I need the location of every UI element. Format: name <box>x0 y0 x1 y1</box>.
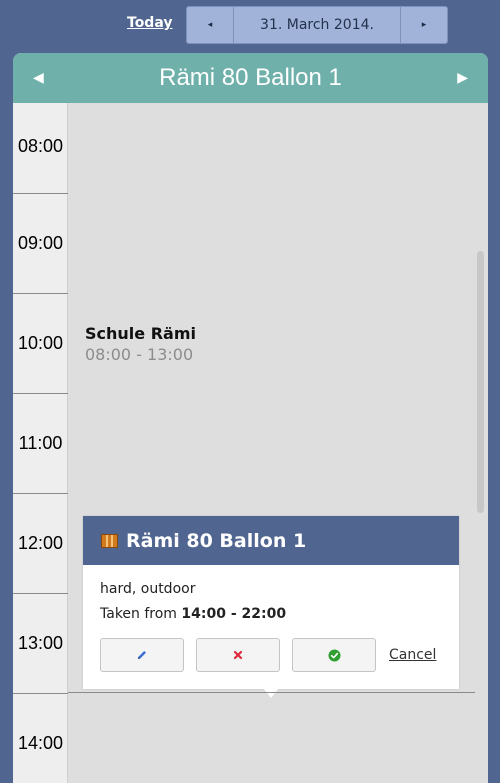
popup-title: Rämi 80 Ballon 1 <box>126 529 307 552</box>
next-day-button[interactable]: ▸ <box>400 7 447 43</box>
surface-text: hard, outdoor <box>100 581 196 597</box>
taken-text: Taken from 14:00 - 22:00 <box>100 606 442 622</box>
event-title[interactable]: Schule Rämi <box>85 324 196 343</box>
hour-label: 10:00 <box>13 293 68 393</box>
current-date[interactable]: 31. March 2014. <box>234 7 400 43</box>
prev-court-button[interactable]: ◀ <box>33 70 44 86</box>
hour-column: 08:00 09:00 10:00 11:00 12:00 13:00 14:0… <box>13 103 68 783</box>
hour-label: 12:00 <box>13 493 68 593</box>
popup-header: Rämi 80 Ballon 1 <box>83 516 459 565</box>
scrollbar[interactable] <box>477 251 484 513</box>
calendar-header: ◀ Rämi 80 Ballon 1 ▶ <box>13 53 488 103</box>
cancel-link[interactable]: Cancel <box>389 647 436 663</box>
court-icon <box>101 533 118 548</box>
close-icon <box>233 650 243 660</box>
time-slot-divider <box>68 692 475 693</box>
prev-day-button[interactable]: ◂ <box>187 7 234 43</box>
pencil-icon <box>138 651 146 659</box>
hour-label: 14:00 <box>13 693 68 783</box>
popup-body: hard, outdoor Taken from 14:00 - 22:00 <box>83 565 459 622</box>
court-title: Rämi 80 Ballon 1 <box>159 64 342 91</box>
check-circle-icon <box>328 649 340 661</box>
edit-button[interactable] <box>100 638 184 672</box>
chevron-left-icon: ◂ <box>207 20 213 30</box>
hour-label: 13:00 <box>13 593 68 693</box>
taken-range: 14:00 - 22:00 <box>181 606 287 622</box>
next-court-button[interactable]: ▶ <box>457 70 468 86</box>
popup-actions: Cancel <box>100 638 436 672</box>
today-link[interactable]: Today <box>127 15 172 31</box>
hour-label: 09:00 <box>13 193 68 293</box>
event-time: 08:00 - 13:00 <box>85 345 194 364</box>
confirm-button[interactable] <box>292 638 376 672</box>
delete-button[interactable] <box>196 638 280 672</box>
popup-pointer <box>264 689 278 698</box>
booking-popup: Rämi 80 Ballon 1 hard, outdoor Taken fro… <box>83 516 459 689</box>
hour-label: 11:00 <box>13 393 68 493</box>
hour-label: 08:00 <box>17 135 64 156</box>
taken-prefix: Taken from <box>100 606 177 622</box>
date-navigator: ◂ 31. March 2014. ▸ <box>186 6 448 44</box>
chevron-right-icon: ▸ <box>421 20 427 30</box>
